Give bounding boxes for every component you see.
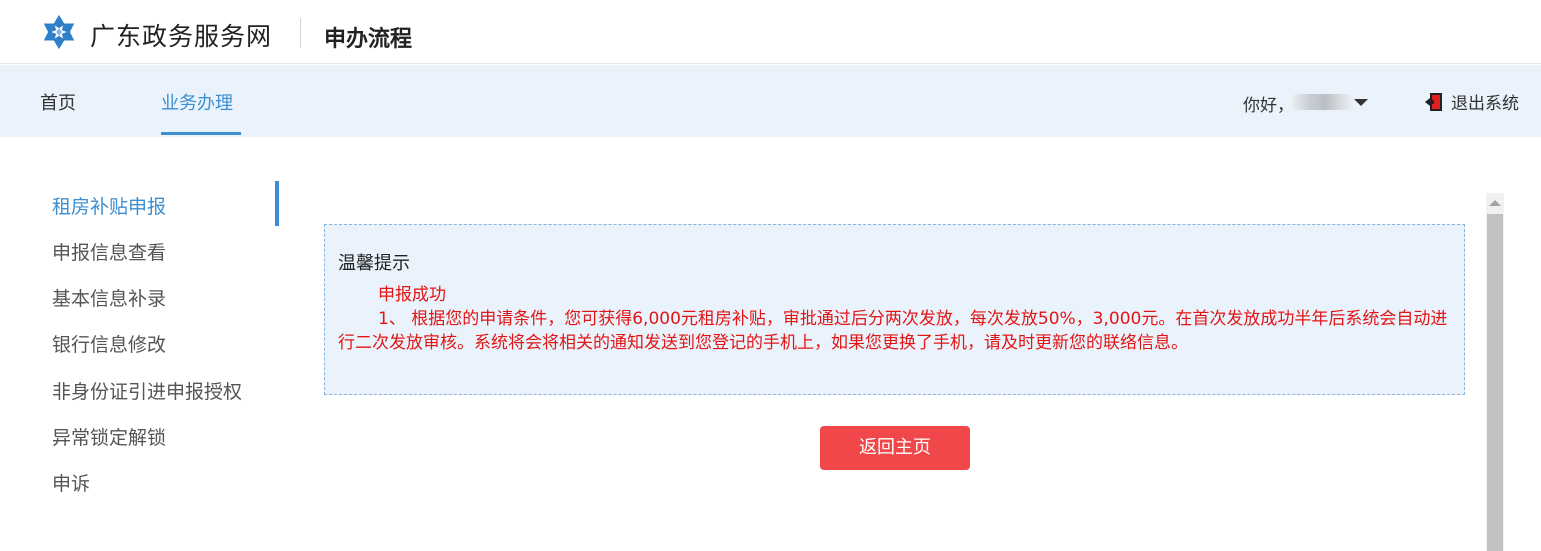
snowflake-logo-icon: [43, 14, 75, 50]
user-menu-chevron-down-icon[interactable]: [1354, 99, 1368, 106]
sidebar-item-unlock[interactable]: 异常锁定解锁: [52, 423, 166, 450]
notice-status: 申报成功: [378, 285, 446, 305]
notice-title: 温馨提示: [338, 253, 410, 274]
user-greeting: 你好，: [1243, 96, 1294, 116]
logout-label: 退出系统: [1451, 94, 1519, 114]
notice-message: 1、 根据您的申请条件，您可获得6,000元租房补贴，审批通过后分两次发放，每次…: [338, 309, 1448, 353]
main-nav: 首页 业务办理 你好， 退出系统: [0, 65, 1541, 137]
nav-item-business[interactable]: 业务办理: [161, 89, 233, 115]
scroll-up-arrow-icon[interactable]: [1489, 200, 1501, 206]
scrollbar-thumb[interactable]: [1487, 214, 1503, 551]
top-header: 广东政务服务网 申办流程: [0, 0, 1541, 64]
notice-body: 申报成功 1、 根据您的申请条件，您可获得6,000元租房补贴，审批通过后分两次…: [338, 283, 1448, 355]
nav-item-home[interactable]: 首页: [40, 89, 76, 115]
sidebar-active-indicator: [275, 181, 279, 226]
username-redacted[interactable]: [1290, 94, 1354, 110]
notice-panel: 温馨提示 申报成功 1、 根据您的申请条件，您可获得6,000元租房补贴，审批通…: [324, 224, 1465, 395]
return-home-button[interactable]: 返回主页: [820, 426, 970, 470]
sidebar-item-rent-subsidy[interactable]: 租房补贴申报: [52, 192, 166, 219]
sidebar-item-appeal[interactable]: 申诉: [52, 469, 90, 496]
logout-button[interactable]: 退出系统: [1424, 89, 1519, 114]
exit-door-icon: [1425, 92, 1442, 111]
sidebar-item-non-id-authorization[interactable]: 非身份证引进申报授权: [52, 377, 242, 404]
nav-active-underline: [161, 132, 241, 135]
header-divider: [300, 18, 301, 48]
sidebar-item-bank-info[interactable]: 银行信息修改: [52, 330, 166, 357]
page-title: 申办流程: [324, 27, 413, 52]
sidebar-item-view-application[interactable]: 申报信息查看: [52, 238, 166, 265]
site-name: 广东政务服务网: [90, 22, 273, 51]
sidebar-item-basic-info[interactable]: 基本信息补录: [52, 284, 166, 311]
